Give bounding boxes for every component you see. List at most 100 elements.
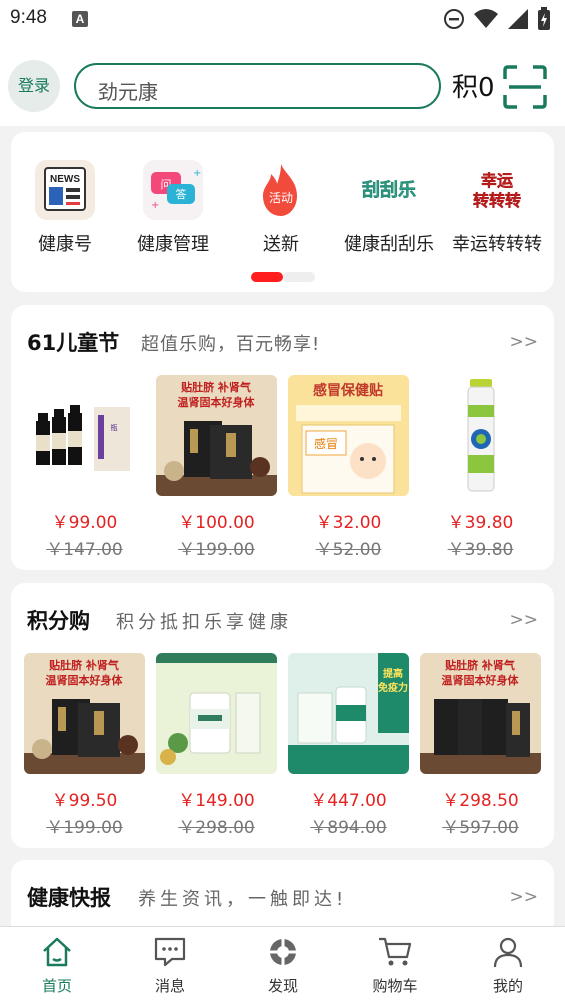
- bottom-tab-bar: 首页 消息 发现 购物车 我的: [0, 926, 565, 1004]
- section-subtitle: 超值乐购，百元畅享!: [141, 334, 321, 355]
- product-price: ￥447.00: [310, 791, 387, 811]
- section-more-link[interactable]: >>: [510, 887, 539, 907]
- product-price: ￥298.50: [442, 791, 519, 811]
- menu-label: 健康号: [38, 234, 92, 255]
- product-card[interactable]: 贴肚脐 补肾气 温肾固本好身体 ￥298.50 ￥597.00: [420, 653, 541, 838]
- product-image: [156, 653, 277, 774]
- tab-label: 首页: [41, 977, 72, 995]
- section-subtitle: 养生资讯，一触即达!: [138, 889, 348, 910]
- menu-label: 健康刮刮乐: [344, 234, 434, 255]
- product-original-price: ￥298.00: [178, 818, 255, 838]
- do-not-disturb-icon: [444, 9, 464, 29]
- svg-text:转转转: 转转转: [473, 191, 521, 210]
- user-icon: [493, 937, 523, 968]
- wifi-icon: [474, 9, 498, 28]
- svg-text:感冒保健贴: 感冒保健贴: [313, 382, 383, 399]
- svg-text:贴肚脐 补肾气: 贴肚脐 补肾气: [48, 658, 119, 672]
- section-more-link[interactable]: >>: [510, 610, 539, 630]
- svg-text:温肾固本好身体: 温肾固本好身体: [178, 395, 256, 409]
- product-image: 贴肚脐 补肾气 温肾固本好身体: [420, 653, 541, 774]
- tab-label: 购物车: [372, 977, 418, 995]
- svg-text:免疫力: 免疫力: [378, 681, 408, 694]
- product-price: ￥39.80: [447, 513, 514, 533]
- product-image: 瓶: [24, 375, 145, 496]
- menu-item-activity[interactable]: 活动 送新: [227, 160, 335, 256]
- product-price: ￥99.50: [51, 791, 118, 811]
- svg-text:贴肚脐 补肾气: 贴肚脐 补肾气: [180, 380, 251, 394]
- product-original-price: ￥39.80: [447, 540, 514, 560]
- svg-text:活动: 活动: [269, 191, 293, 205]
- product-card[interactable]: 贴肚脐 补肾气 温肾固本好身体 ￥99.50 ￥199.00: [24, 653, 145, 838]
- product-original-price: ￥597.00: [442, 818, 519, 838]
- login-button[interactable]: 登录: [8, 60, 60, 112]
- indicator-rest: [283, 272, 315, 282]
- product-original-price: ￥147.00: [46, 540, 123, 560]
- status-bar: 9:48 A: [0, 0, 565, 40]
- svg-text:感冒: 感冒: [314, 436, 338, 451]
- section-childrens-day: 61儿童节 超值乐购，百元畅享! >> 瓶 ￥99.00 ￥147.00 贴肚脐…: [11, 305, 554, 570]
- product-image: 贴肚脐 补肾气 温肾固本好身体: [156, 375, 277, 496]
- search-input[interactable]: 劲元康: [74, 63, 441, 109]
- news-icon: NEWS: [35, 160, 95, 220]
- product-price: ￥99.00: [51, 513, 118, 533]
- product-card[interactable]: ￥39.80 ￥39.80: [420, 375, 541, 560]
- svg-text:NEWS: NEWS: [50, 174, 80, 185]
- section-subtitle: 积分抵扣乐享健康: [116, 612, 292, 633]
- status-time: 9:48: [10, 7, 47, 28]
- svg-text:瓶: 瓶: [111, 423, 118, 432]
- top-header: 登录 劲元康 积0: [0, 40, 565, 126]
- scratch-card-icon: 刮刮乐: [354, 160, 424, 220]
- product-card[interactable]: ￥149.00 ￥298.00: [156, 653, 277, 838]
- qa-chat-icon: 问答 + +: [143, 160, 203, 220]
- indicator-active: [251, 272, 283, 282]
- svg-text:答: 答: [176, 187, 187, 201]
- tab-label: 消息: [154, 977, 185, 995]
- quick-menu-card: NEWS 健康号 问答 + + 健康管理 活动 送新 刮刮乐 健康刮刮乐 幸运 转转转…: [11, 132, 554, 292]
- menu-label: 幸运转转转: [452, 234, 542, 255]
- product-image: 贴肚脐 补肾气 温肾固本好身体: [24, 653, 145, 774]
- tab-cart[interactable]: 购物车: [355, 935, 435, 996]
- svg-text:刮刮乐: 刮刮乐: [362, 179, 416, 201]
- tab-home[interactable]: 首页: [17, 935, 97, 996]
- product-price: ￥100.00: [178, 513, 255, 533]
- section-title: 健康快报: [27, 886, 111, 910]
- signal-icon: [508, 9, 528, 29]
- section-title: 积分购: [27, 609, 90, 633]
- section-more-link[interactable]: >>: [510, 332, 539, 352]
- menu-label: 健康管理: [137, 234, 209, 255]
- search-value: 劲元康: [98, 80, 158, 104]
- cart-icon: [379, 937, 412, 966]
- menu-item-scratch[interactable]: 刮刮乐 健康刮刮乐: [335, 160, 443, 256]
- battery-icon: [538, 7, 550, 30]
- product-card[interactable]: 瓶 ￥99.00 ￥147.00: [24, 375, 145, 560]
- product-original-price: ￥894.00: [310, 818, 387, 838]
- svg-text:幸运: 幸运: [481, 171, 513, 190]
- product-image: [420, 375, 541, 496]
- product-image: 提高 免疫力: [288, 653, 409, 774]
- product-card[interactable]: 提高 免疫力 ￥447.00 ￥894.00: [288, 653, 409, 838]
- section-points-shop: 积分购 积分抵扣乐享健康 >> 贴肚脐 补肾气 温肾固本好身体 ￥99.50 ￥…: [11, 583, 554, 848]
- tab-discover[interactable]: 发现: [243, 935, 323, 996]
- menu-item-lucky-wheel[interactable]: 幸运 转转转 幸运转转转: [443, 160, 551, 256]
- svg-text:+: +: [151, 200, 159, 211]
- product-card[interactable]: 贴肚脐 补肾气 温肾固本好身体 ￥100.00 ￥199.00: [156, 375, 277, 560]
- activity-flame-icon: 活动: [251, 160, 311, 220]
- product-image: 感冒保健贴 感冒: [288, 375, 409, 496]
- tab-label: 我的: [492, 977, 523, 995]
- product-card[interactable]: 感冒保健贴 感冒 ￥32.00 ￥52.00: [288, 375, 409, 560]
- scan-icon[interactable]: [503, 65, 547, 109]
- menu-item-health-account[interactable]: NEWS 健康号: [11, 160, 119, 256]
- menu-label: 送新: [263, 234, 299, 255]
- lucky-wheel-icon: 幸运 转转转: [462, 160, 532, 220]
- svg-text:温肾固本好身体: 温肾固本好身体: [46, 673, 124, 687]
- svg-text:提高: 提高: [383, 667, 403, 680]
- svg-text:贴肚脐 补肾气: 贴肚脐 补肾气: [444, 658, 515, 672]
- tab-messages[interactable]: 消息: [130, 935, 210, 996]
- svg-text:温肾固本好身体: 温肾固本好身体: [442, 673, 520, 687]
- carousel-indicator: [251, 272, 315, 282]
- notification-icon: A: [72, 11, 88, 27]
- product-price: ￥149.00: [178, 791, 255, 811]
- points-label[interactable]: 积0: [452, 67, 495, 104]
- tab-profile[interactable]: 我的: [468, 935, 548, 996]
- menu-item-health-manage[interactable]: 问答 + + 健康管理: [119, 160, 227, 256]
